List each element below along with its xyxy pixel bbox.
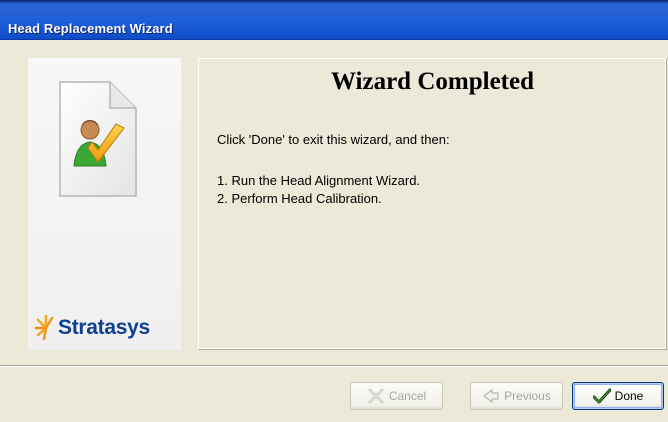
wizard-window: Head Replacement Wizard Stratasys Wizard… — [0, 0, 668, 422]
intro-text: Click 'Done' to exit this wizard, and th… — [217, 132, 450, 147]
stratasys-logo-text: Stratasys — [58, 316, 150, 339]
previous-button-label: Previous — [504, 389, 551, 403]
page-title: Wizard Completed — [331, 68, 534, 95]
done-button-label: Done — [614, 389, 644, 403]
window-title: Head Replacement Wizard — [8, 21, 173, 36]
done-button[interactable]: Done — [572, 382, 664, 410]
previous-button[interactable]: Previous — [470, 382, 563, 410]
title-bar[interactable]: Head Replacement Wizard — [0, 0, 668, 40]
step-item: 1. Run the Head Alignment Wizard. — [217, 173, 421, 188]
back-arrow-icon — [483, 388, 499, 404]
wizard-content-panel: Wizard Completed Click 'Done' to exit th… — [198, 58, 667, 350]
divider — [0, 365, 668, 367]
x-icon — [368, 388, 384, 404]
checkmark-icon — [592, 388, 611, 404]
cancel-button[interactable]: Cancel — [350, 382, 443, 410]
step-item: 2. Perform Head Calibration. — [217, 191, 382, 206]
document-user-check-icon — [59, 81, 137, 197]
cancel-button-label: Cancel — [388, 389, 427, 403]
